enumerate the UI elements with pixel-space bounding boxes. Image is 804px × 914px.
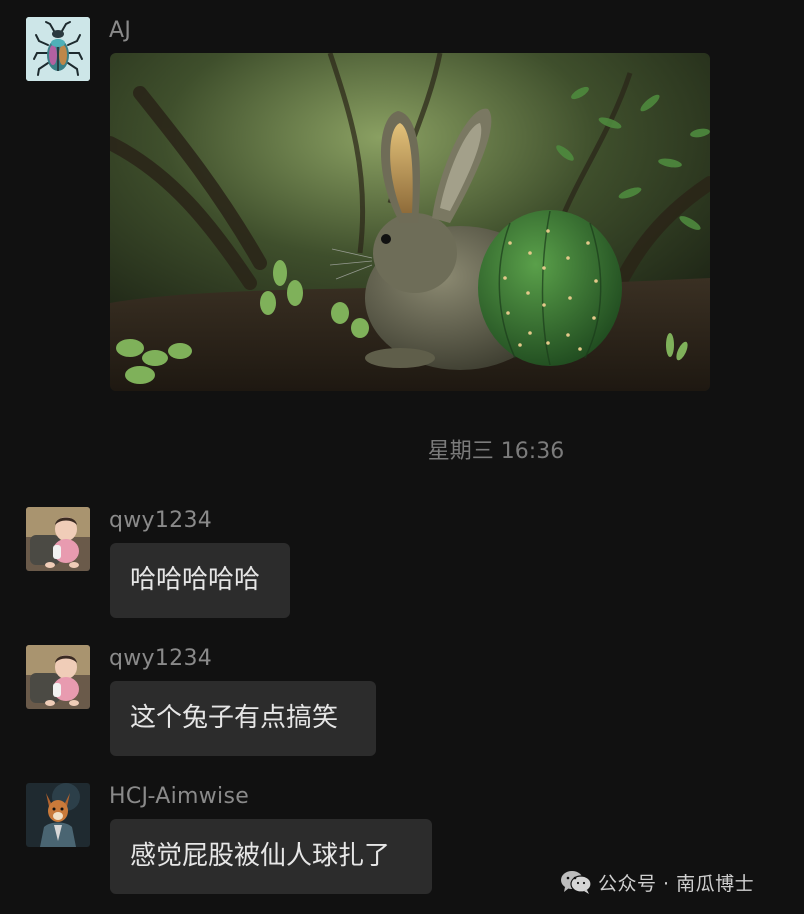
avatar-qwy1234[interactable] [26,645,90,709]
chat-window: AJ 星期三 16:36 qwy1234 哈哈哈哈哈 qwy1234 这个兔子有… [0,0,804,914]
watermark: 公众号 · 南瓜博士 [560,866,754,898]
rabbit-cactus-photo[interactable] [110,53,710,391]
photo-illustration [110,53,710,391]
sender-name: AJ [109,18,132,43]
message-bubble[interactable]: 这个兔子有点搞笑 [110,681,376,756]
sender-name: HCJ-Aimwise [109,784,250,809]
baby-avatar-icon [26,507,90,571]
message-bubble[interactable]: 感觉屁股被仙人球扎了 [110,819,432,894]
sender-name: qwy1234 [109,646,213,671]
avatar-aj[interactable] [26,17,90,81]
wechat-icon [561,871,592,894]
beetle-icon [26,17,90,81]
sender-name: qwy1234 [109,508,213,533]
avatar-hcj-aimwise[interactable] [26,783,90,847]
timestamp: 星期三 16:36 [427,439,565,464]
fox-suit-avatar-icon [26,783,90,847]
message-bubble[interactable]: 哈哈哈哈哈 [110,543,290,618]
watermark-text: 公众号 · 南瓜博士 [598,872,755,895]
baby-avatar-icon [26,645,90,709]
avatar-qwy1234[interactable] [26,507,90,571]
